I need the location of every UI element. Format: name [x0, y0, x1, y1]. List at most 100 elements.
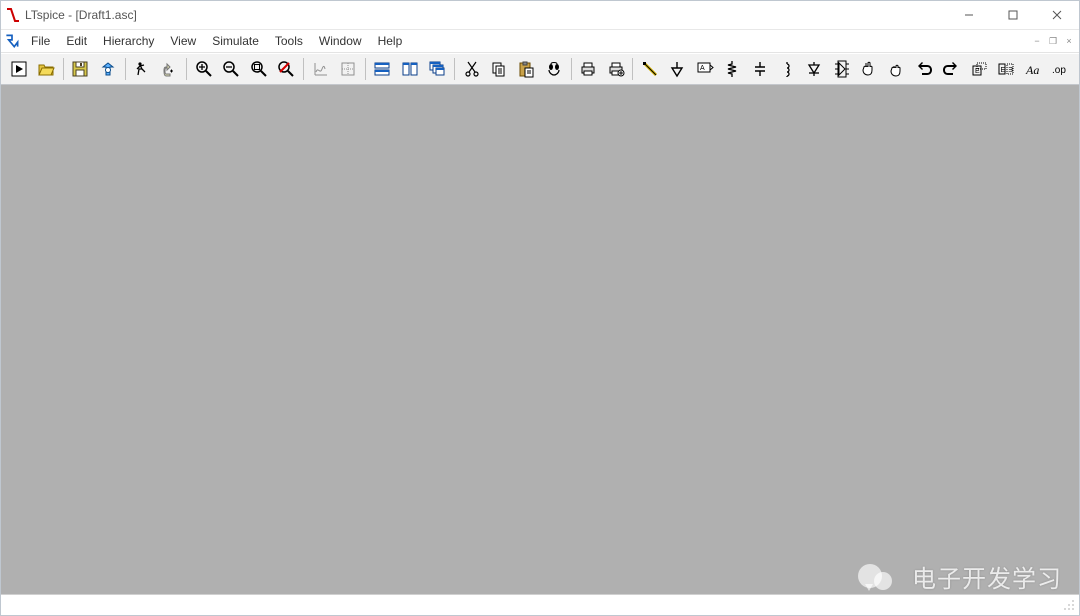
- menu-file[interactable]: File: [23, 32, 58, 50]
- spice-directive-icon: .op: [1052, 60, 1070, 78]
- move-button[interactable]: [857, 56, 882, 82]
- print-setup-icon: [607, 60, 625, 78]
- cut-button[interactable]: [459, 56, 484, 82]
- menu-simulate[interactable]: Simulate: [204, 32, 267, 50]
- close-button[interactable]: [1035, 1, 1079, 29]
- place-component-button[interactable]: [829, 56, 854, 82]
- mirror-button[interactable]: EE: [994, 56, 1019, 82]
- svg-text:E: E: [1001, 67, 1006, 74]
- control-panel-icon: [99, 60, 117, 78]
- mdi-minimize[interactable]: −: [1029, 33, 1045, 49]
- mdi-restore[interactable]: ❐: [1045, 33, 1061, 49]
- label-net-icon: A: [696, 60, 714, 78]
- zoom-out-button[interactable]: [219, 56, 244, 82]
- svg-text:.op: .op: [1052, 65, 1066, 76]
- rotate-icon: E: [970, 60, 988, 78]
- place-text-icon: Aa: [1025, 60, 1043, 78]
- copy-button[interactable]: [486, 56, 511, 82]
- print-button[interactable]: [576, 56, 601, 82]
- resize-grip[interactable]: [1061, 597, 1077, 613]
- redo-icon: [942, 60, 960, 78]
- schematic-canvas[interactable]: [1, 85, 1079, 594]
- undo-button[interactable]: [911, 56, 936, 82]
- document-icon: [3, 32, 21, 50]
- zoom-in-button[interactable]: [191, 56, 216, 82]
- place-diode-button[interactable]: [802, 56, 827, 82]
- halt-button[interactable]: [157, 56, 182, 82]
- place-resistor-icon: [723, 60, 741, 78]
- autorange-x-button: [335, 56, 360, 82]
- find-button[interactable]: [541, 56, 566, 82]
- menu-window[interactable]: Window: [311, 32, 370, 50]
- cascade-button[interactable]: [425, 56, 450, 82]
- svg-text:E: E: [975, 68, 980, 75]
- tile-vert-icon: [401, 60, 419, 78]
- zoom-out-icon: [222, 60, 240, 78]
- redo-button[interactable]: [939, 56, 964, 82]
- place-inductor-icon: [778, 60, 796, 78]
- tile-horiz-icon: [373, 60, 391, 78]
- toolbar: AEEEAa.op: [1, 53, 1079, 85]
- svg-text:E: E: [1008, 67, 1013, 74]
- toolbar-separator: [365, 58, 366, 80]
- paste-button[interactable]: [514, 56, 539, 82]
- menu-edit[interactable]: Edit: [58, 32, 95, 50]
- run-man-icon: [133, 60, 151, 78]
- mirror-icon: EE: [997, 60, 1015, 78]
- place-capacitor-button[interactable]: [747, 56, 772, 82]
- toolbar-separator: [186, 58, 187, 80]
- menu-hierarchy[interactable]: Hierarchy: [95, 32, 162, 50]
- maximize-button[interactable]: [991, 1, 1035, 29]
- paste-icon: [517, 60, 535, 78]
- control-panel-button[interactable]: [95, 56, 120, 82]
- run-simulation-icon: [10, 60, 28, 78]
- print-setup-button[interactable]: [603, 56, 628, 82]
- statusbar: [1, 594, 1079, 615]
- menu-view[interactable]: View: [162, 32, 204, 50]
- toolbar-separator: [632, 58, 633, 80]
- app-icon: [5, 7, 21, 23]
- run-man-button[interactable]: [130, 56, 155, 82]
- draw-wire-button[interactable]: [637, 56, 662, 82]
- window-title: LTspice - [Draft1.asc]: [25, 8, 137, 22]
- place-inductor-button[interactable]: [774, 56, 799, 82]
- autorange-y-button: [308, 56, 333, 82]
- open-file-button[interactable]: [33, 56, 58, 82]
- zoom-in-icon: [195, 60, 213, 78]
- app-window: LTspice - [Draft1.asc] File Edit Hierarc…: [0, 0, 1080, 616]
- run-simulation-button[interactable]: [6, 56, 31, 82]
- spice-directive-button[interactable]: .op: [1048, 56, 1073, 82]
- minimize-button[interactable]: [947, 1, 991, 29]
- save-button[interactable]: [68, 56, 93, 82]
- toolbar-separator: [454, 58, 455, 80]
- menu-tools[interactable]: Tools: [267, 32, 311, 50]
- mdi-controls: − ❐ ×: [1029, 33, 1077, 49]
- place-resistor-button[interactable]: [720, 56, 745, 82]
- print-icon: [579, 60, 597, 78]
- toolbar-separator: [571, 58, 572, 80]
- zoom-pan-off-button[interactable]: [274, 56, 299, 82]
- svg-text:Aa: Aa: [1025, 63, 1039, 77]
- place-ground-button[interactable]: [665, 56, 690, 82]
- place-component-icon: [833, 60, 851, 78]
- cut-icon: [463, 60, 481, 78]
- open-file-icon: [37, 60, 55, 78]
- toolbar-separator: [303, 58, 304, 80]
- label-net-button[interactable]: A: [692, 56, 717, 82]
- autorange-y-icon: [312, 60, 330, 78]
- place-text-button[interactable]: Aa: [1021, 56, 1046, 82]
- mdi-close[interactable]: ×: [1061, 33, 1077, 49]
- zoom-fit-button[interactable]: [246, 56, 271, 82]
- menu-help[interactable]: Help: [370, 32, 411, 50]
- toolbar-separator: [63, 58, 64, 80]
- rotate-button[interactable]: E: [966, 56, 991, 82]
- zoom-pan-off-icon: [277, 60, 295, 78]
- tile-horiz-button[interactable]: [370, 56, 395, 82]
- window-controls: [947, 1, 1079, 29]
- tile-vert-button[interactable]: [397, 56, 422, 82]
- drag-button[interactable]: [884, 56, 909, 82]
- undo-icon: [915, 60, 933, 78]
- place-ground-icon: [668, 60, 686, 78]
- halt-icon: [161, 60, 179, 78]
- move-icon: [860, 60, 878, 78]
